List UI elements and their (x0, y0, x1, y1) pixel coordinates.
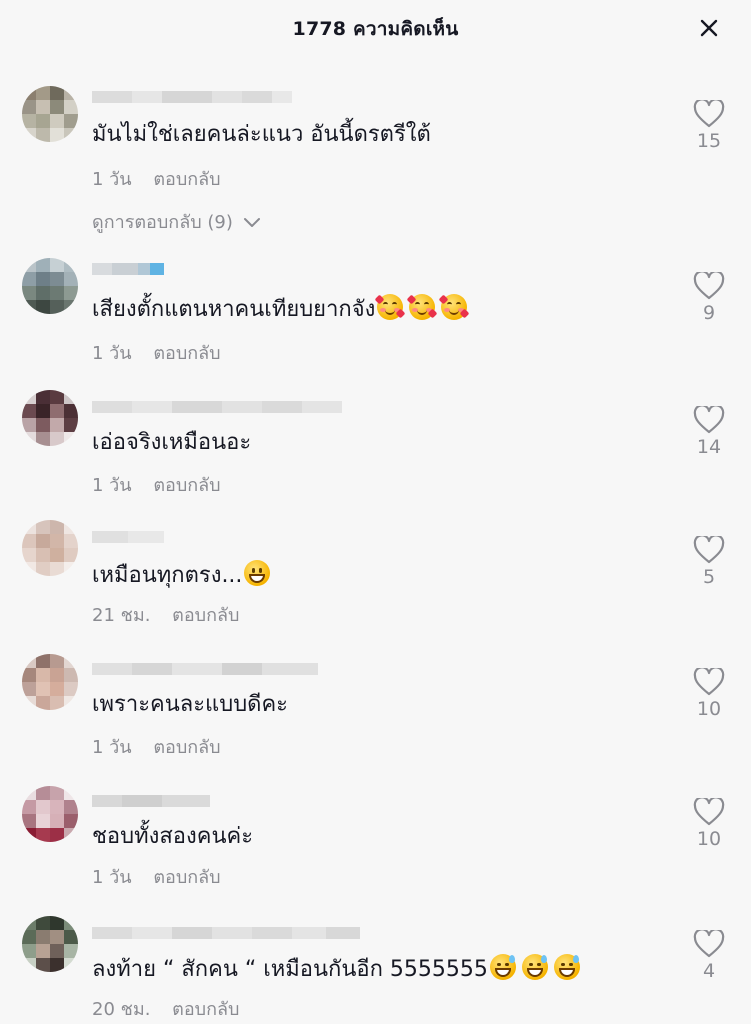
heart-outline-icon (693, 272, 725, 300)
grinning-face-with-sweat-icon (521, 954, 548, 980)
comment-text-body: เสียงตั้กแตนหาคนเทียบยากจัง (92, 297, 376, 322)
reply-button[interactable]: ตอบกลับ (153, 338, 220, 367)
comment-meta: 1 วัน ตอบกลับ (92, 470, 221, 499)
avatar[interactable] (22, 786, 78, 842)
heart-outline-icon (693, 100, 725, 128)
username-redacted[interactable] (92, 792, 210, 810)
reply-button[interactable]: ตอบกลับ (172, 994, 239, 1023)
like-button[interactable]: 4 (690, 930, 728, 982)
avatar[interactable] (22, 654, 78, 710)
username-redacted[interactable] (92, 260, 164, 278)
comment-meta: 1 วัน ตอบกลับ (92, 338, 221, 367)
comment-time: 1 วัน (92, 343, 132, 364)
comment-time: 1 วัน (92, 867, 132, 888)
comment-meta: 1 วัน ตอบกลับ (92, 862, 221, 891)
like-button[interactable]: 5 (690, 536, 728, 588)
like-button[interactable]: 14 (690, 406, 728, 458)
avatar[interactable] (22, 520, 78, 576)
like-count: 10 (696, 828, 722, 850)
username-redacted[interactable] (92, 398, 342, 416)
like-button[interactable]: 15 (690, 100, 728, 152)
like-count: 9 (702, 302, 716, 324)
avatar[interactable] (22, 390, 78, 446)
avatar[interactable] (22, 916, 78, 972)
like-count: 5 (702, 566, 716, 588)
reply-button[interactable]: ตอบกลับ (172, 600, 239, 629)
comment-time: 1 วัน (92, 737, 132, 758)
like-button[interactable]: 10 (690, 668, 728, 720)
reply-button[interactable]: ตอบกลับ (153, 164, 220, 193)
comment-time: 1 วัน (92, 169, 132, 190)
comment-meta: 20 ชม. ตอบกลับ (92, 994, 239, 1023)
heart-outline-icon (693, 406, 725, 434)
heart-outline-icon (693, 798, 725, 826)
comment-meta: 21 ชม. ตอบกลับ (92, 600, 239, 629)
like-button[interactable]: 9 (690, 272, 728, 324)
comment-time: 1 วัน (92, 475, 132, 496)
avatar[interactable] (22, 86, 78, 142)
grinning-face-with-sweat-icon (489, 954, 516, 980)
comment-text: ชอบทั้งสองคนค่ะ (92, 824, 254, 849)
grinning-face-with-sweat-icon (553, 954, 580, 980)
comment-text: เสียงตั้กแตนหาคนเทียบยากจัง (92, 294, 470, 325)
close-button[interactable] (694, 14, 724, 42)
heart-outline-icon (693, 536, 725, 564)
close-icon (700, 19, 718, 37)
username-redacted[interactable] (92, 88, 292, 106)
like-count: 4 (702, 960, 716, 982)
smiling-face-with-hearts-icon (374, 294, 406, 320)
smiling-face-with-hearts-icon (438, 294, 470, 320)
heart-outline-icon (693, 668, 725, 696)
username-redacted[interactable] (92, 660, 318, 678)
comment-text: เอ่อจริงเหมือนอะ (92, 430, 252, 455)
like-count: 14 (696, 436, 722, 458)
view-replies-label: ดูการตอบกลับ (9) (92, 212, 233, 233)
view-replies-button[interactable]: ดูการตอบกลับ (9) (92, 207, 261, 236)
comment-meta: 1 วัน ตอบกลับ (92, 164, 221, 193)
grinning-face-icon (244, 560, 271, 586)
comment-text: ลงท้าย “ สักคน “ เหมือนกันอีก 5555555 (92, 954, 580, 985)
like-button[interactable]: 10 (690, 798, 728, 850)
username-redacted[interactable] (92, 924, 360, 942)
username-redacted[interactable] (92, 528, 164, 546)
comments-header: 1778 ความคิดเห็น (0, 0, 751, 56)
comment-text-body: ลงท้าย “ สักคน “ เหมือนกันอีก 5555555 (92, 957, 488, 982)
smiling-face-with-hearts-icon (406, 294, 438, 320)
comments-count-title: 1778 ความคิดเห็น (292, 18, 459, 40)
comment-time: 21 ชม. (92, 605, 151, 626)
like-count: 15 (696, 130, 722, 152)
comment-text: เหมือนทุกตรง... (92, 560, 271, 591)
reply-button[interactable]: ตอบกลับ (153, 732, 220, 761)
comment-time: 20 ชม. (92, 999, 151, 1020)
avatar[interactable] (22, 258, 78, 314)
like-count: 10 (696, 698, 722, 720)
reply-button[interactable]: ตอบกลับ (153, 470, 220, 499)
reply-button[interactable]: ตอบกลับ (153, 862, 220, 891)
comment-meta: 1 วัน ตอบกลับ (92, 732, 221, 761)
comment-text: มันไม่ใช่เลยคนล่ะแนว อันนี้ดรตรีใต้ (92, 122, 431, 147)
chevron-down-icon (243, 218, 260, 227)
comment-text: เพราะคนละแบบดีคะ (92, 692, 288, 717)
comment-text-body: เหมือนทุกตรง... (92, 563, 243, 588)
heart-outline-icon (693, 930, 725, 958)
